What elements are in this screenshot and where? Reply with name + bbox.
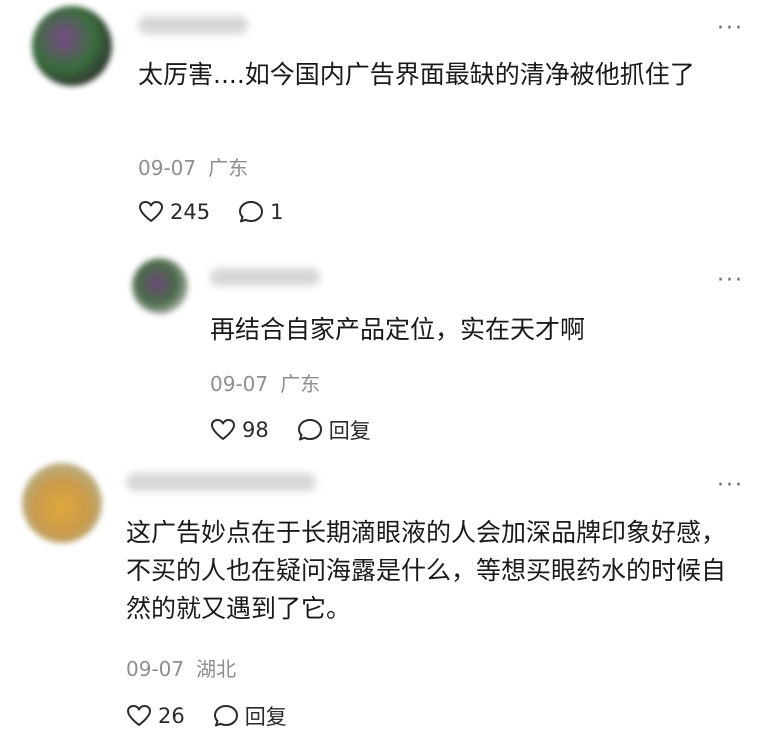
comment-text: 再结合自家产品定位，实在天才啊 — [210, 315, 586, 344]
reply-label: 回复 — [244, 705, 287, 729]
reply-button[interactable]: 回复 — [297, 415, 371, 445]
username[interactable] — [138, 16, 248, 34]
avatar[interactable] — [32, 6, 112, 86]
like-count: 26 — [158, 704, 185, 728]
comment-bubble-icon — [213, 705, 238, 727]
comment-text: 太厉害....如今国内广告界面最缺的清净被他抓住了 — [138, 60, 695, 89]
more-options-button[interactable]: ··· — [717, 270, 744, 292]
comment-date: 09-07 — [138, 156, 197, 180]
like-count: 245 — [170, 200, 211, 224]
comment-meta: 09-07 湖北 — [126, 653, 236, 682]
reply-count: 1 — [270, 200, 284, 224]
avatar[interactable] — [22, 463, 102, 543]
more-options-button[interactable]: ··· — [717, 475, 744, 497]
reply-item: ··· 再结合自家产品定位，实在天才啊 09-07 广东 98 回复 — [0, 240, 766, 450]
heart-icon — [127, 705, 151, 726]
like-button[interactable]: 26 — [126, 704, 185, 728]
comment-meta: 09-07 广东 — [138, 152, 248, 181]
reply-label: 回复 — [328, 419, 371, 443]
like-count: 98 — [242, 418, 269, 442]
comment-bubble-icon — [297, 419, 322, 441]
comment-location: 广东 — [280, 372, 321, 396]
comment-actions: 98 回复 — [210, 415, 371, 445]
comment-date: 09-07 — [126, 657, 185, 681]
comment-location: 湖北 — [196, 657, 237, 681]
heart-icon — [211, 419, 235, 440]
comment-actions: 245 1 — [138, 200, 283, 224]
comment-text: 这广告妙点在于长期滴眼液的人会加深品牌印象好感，不买的人也在疑问海露是什么，等想… — [126, 518, 727, 623]
username[interactable] — [126, 473, 316, 491]
like-button[interactable]: 245 — [138, 200, 210, 224]
comment-item: ··· 太厉害....如今国内广告界面最缺的清净被他抓住了 09-07 广东 24… — [0, 0, 766, 235]
comment-date: 09-07 — [210, 372, 269, 396]
more-options-button[interactable]: ··· — [717, 18, 744, 40]
comment-bubble-icon — [239, 201, 264, 223]
reply-button[interactable]: 回复 — [213, 701, 287, 731]
comment-meta: 09-07 广东 — [210, 368, 320, 397]
comment-item: ··· 这广告妙点在于长期滴眼液的人会加深品牌印象好感，不买的人也在疑问海露是什… — [0, 455, 766, 745]
avatar[interactable] — [132, 258, 188, 314]
comment-actions: 26 回复 — [126, 701, 287, 731]
like-button[interactable]: 98 — [210, 418, 269, 442]
username[interactable] — [210, 268, 320, 286]
comment-location: 广东 — [208, 156, 249, 180]
heart-icon — [139, 201, 163, 222]
reply-button[interactable]: 1 — [238, 200, 283, 224]
